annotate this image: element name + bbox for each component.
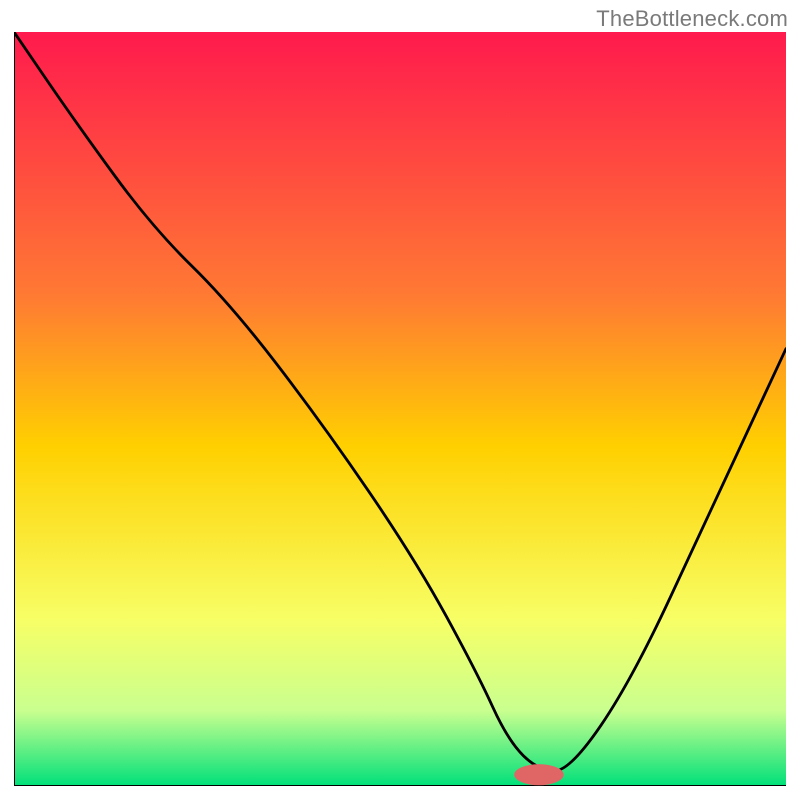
gradient-background [14,32,786,786]
optimal-marker [514,764,563,785]
bottleneck-chart: TheBottleneck.com [0,0,800,800]
watermark-text: TheBottleneck.com [596,6,788,32]
plot-area [14,32,786,786]
chart-svg [14,32,786,786]
